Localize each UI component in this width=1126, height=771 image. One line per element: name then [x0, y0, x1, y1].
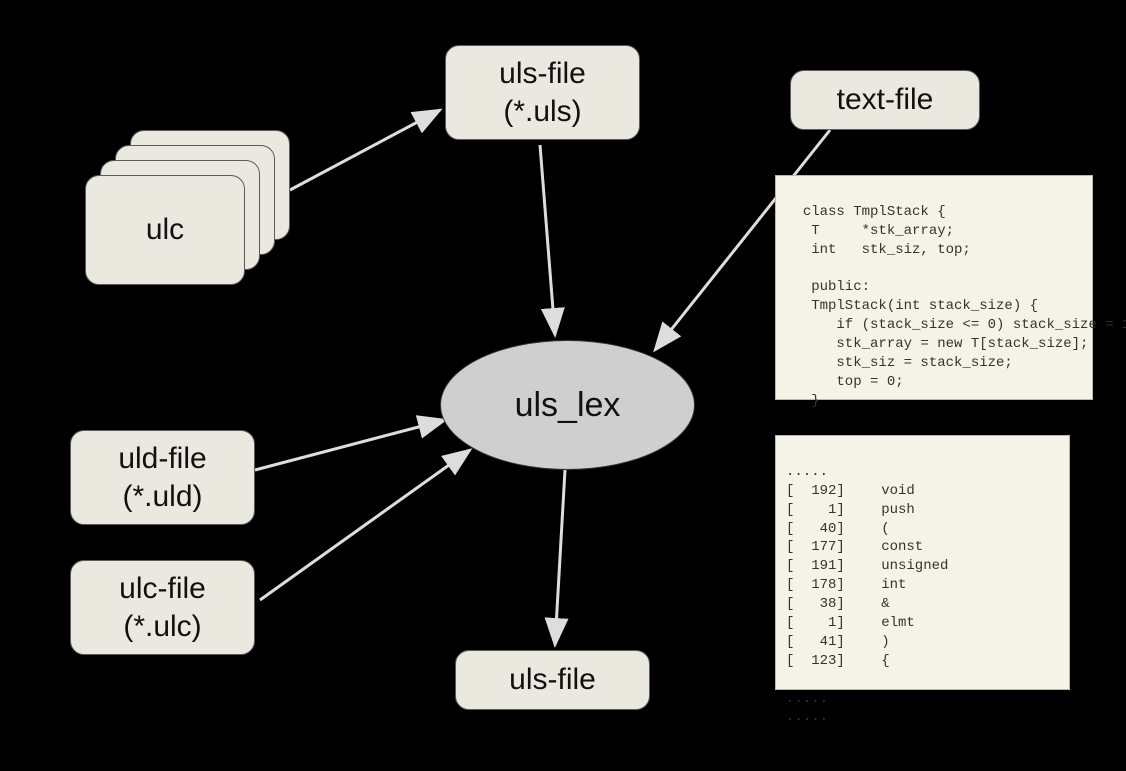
uls-lex-ellipse: uls_lex: [440, 340, 695, 470]
token-row: [ 41] ): [786, 633, 1059, 652]
ulc-stack: ulc: [85, 130, 290, 285]
token-id: [ 177]: [786, 538, 856, 557]
text-file-label: text-file: [837, 81, 934, 119]
token-text: int: [856, 576, 906, 595]
uld-file-card: uld-file (*.uld): [70, 430, 255, 525]
token-id: [ 178]: [786, 576, 856, 595]
token-panel: ..... [ 192] void[ 1] push[ 40] ([ 177] …: [775, 435, 1070, 690]
ulc-file-line2: (*.ulc): [123, 608, 201, 646]
token-id: [ 41]: [786, 633, 856, 652]
token-text: (: [856, 520, 890, 539]
token-text: elmt: [856, 614, 915, 633]
token-text: &: [856, 595, 890, 614]
token-row: [ 1] push: [786, 501, 1059, 520]
token-row: [ 38] &: [786, 595, 1059, 614]
token-rows: [ 192] void[ 1] push[ 40] ([ 177] const[…: [786, 482, 1059, 671]
uls-file-top-card: uls-file (*.uls): [445, 45, 640, 140]
ulc-file-card: ulc-file (*.ulc): [70, 560, 255, 655]
token-dots-top: .....: [786, 464, 828, 480]
token-row: [ 123] {: [786, 652, 1059, 671]
token-id: [ 123]: [786, 652, 856, 671]
ulc-file-line1: ulc-file: [119, 570, 206, 608]
uls-file-top-line1: uls-file: [499, 55, 586, 93]
token-dots-bottom: ..... .....: [786, 691, 828, 726]
uls-file-top-line2: (*.uls): [503, 93, 581, 131]
uld-file-line1: uld-file: [118, 440, 206, 478]
uls-file-bottom-card: uls-file: [455, 650, 650, 710]
token-id: [ 1]: [786, 501, 856, 520]
token-text: {: [856, 652, 890, 671]
token-id: [ 192]: [786, 482, 856, 501]
token-text: push: [856, 501, 915, 520]
token-text: void: [856, 482, 915, 501]
token-row: [ 191] unsigned: [786, 557, 1059, 576]
text-file-card: text-file: [790, 70, 980, 130]
token-row: [ 40] (: [786, 520, 1059, 539]
token-id: [ 40]: [786, 520, 856, 539]
uld-file-line2: (*.uld): [122, 478, 202, 516]
uls-file-bottom-label: uls-file: [509, 661, 596, 699]
token-text: ): [856, 633, 890, 652]
uls-lex-label: uls_lex: [515, 386, 621, 425]
token-id: [ 191]: [786, 557, 856, 576]
token-row: [ 177] const: [786, 538, 1059, 557]
token-row: [ 1] elmt: [786, 614, 1059, 633]
token-id: [ 1]: [786, 614, 856, 633]
token-id: [ 38]: [786, 595, 856, 614]
code-panel-top: class TmplStack { T *stk_array; int stk_…: [775, 175, 1093, 400]
token-text: unsigned: [856, 557, 948, 576]
token-row: [ 178] int: [786, 576, 1059, 595]
code-top-text: class TmplStack { T *stk_array; int stk_…: [786, 204, 1126, 409]
token-row: [ 192] void: [786, 482, 1059, 501]
ulc-label: ulc: [146, 211, 184, 249]
token-text: const: [856, 538, 923, 557]
